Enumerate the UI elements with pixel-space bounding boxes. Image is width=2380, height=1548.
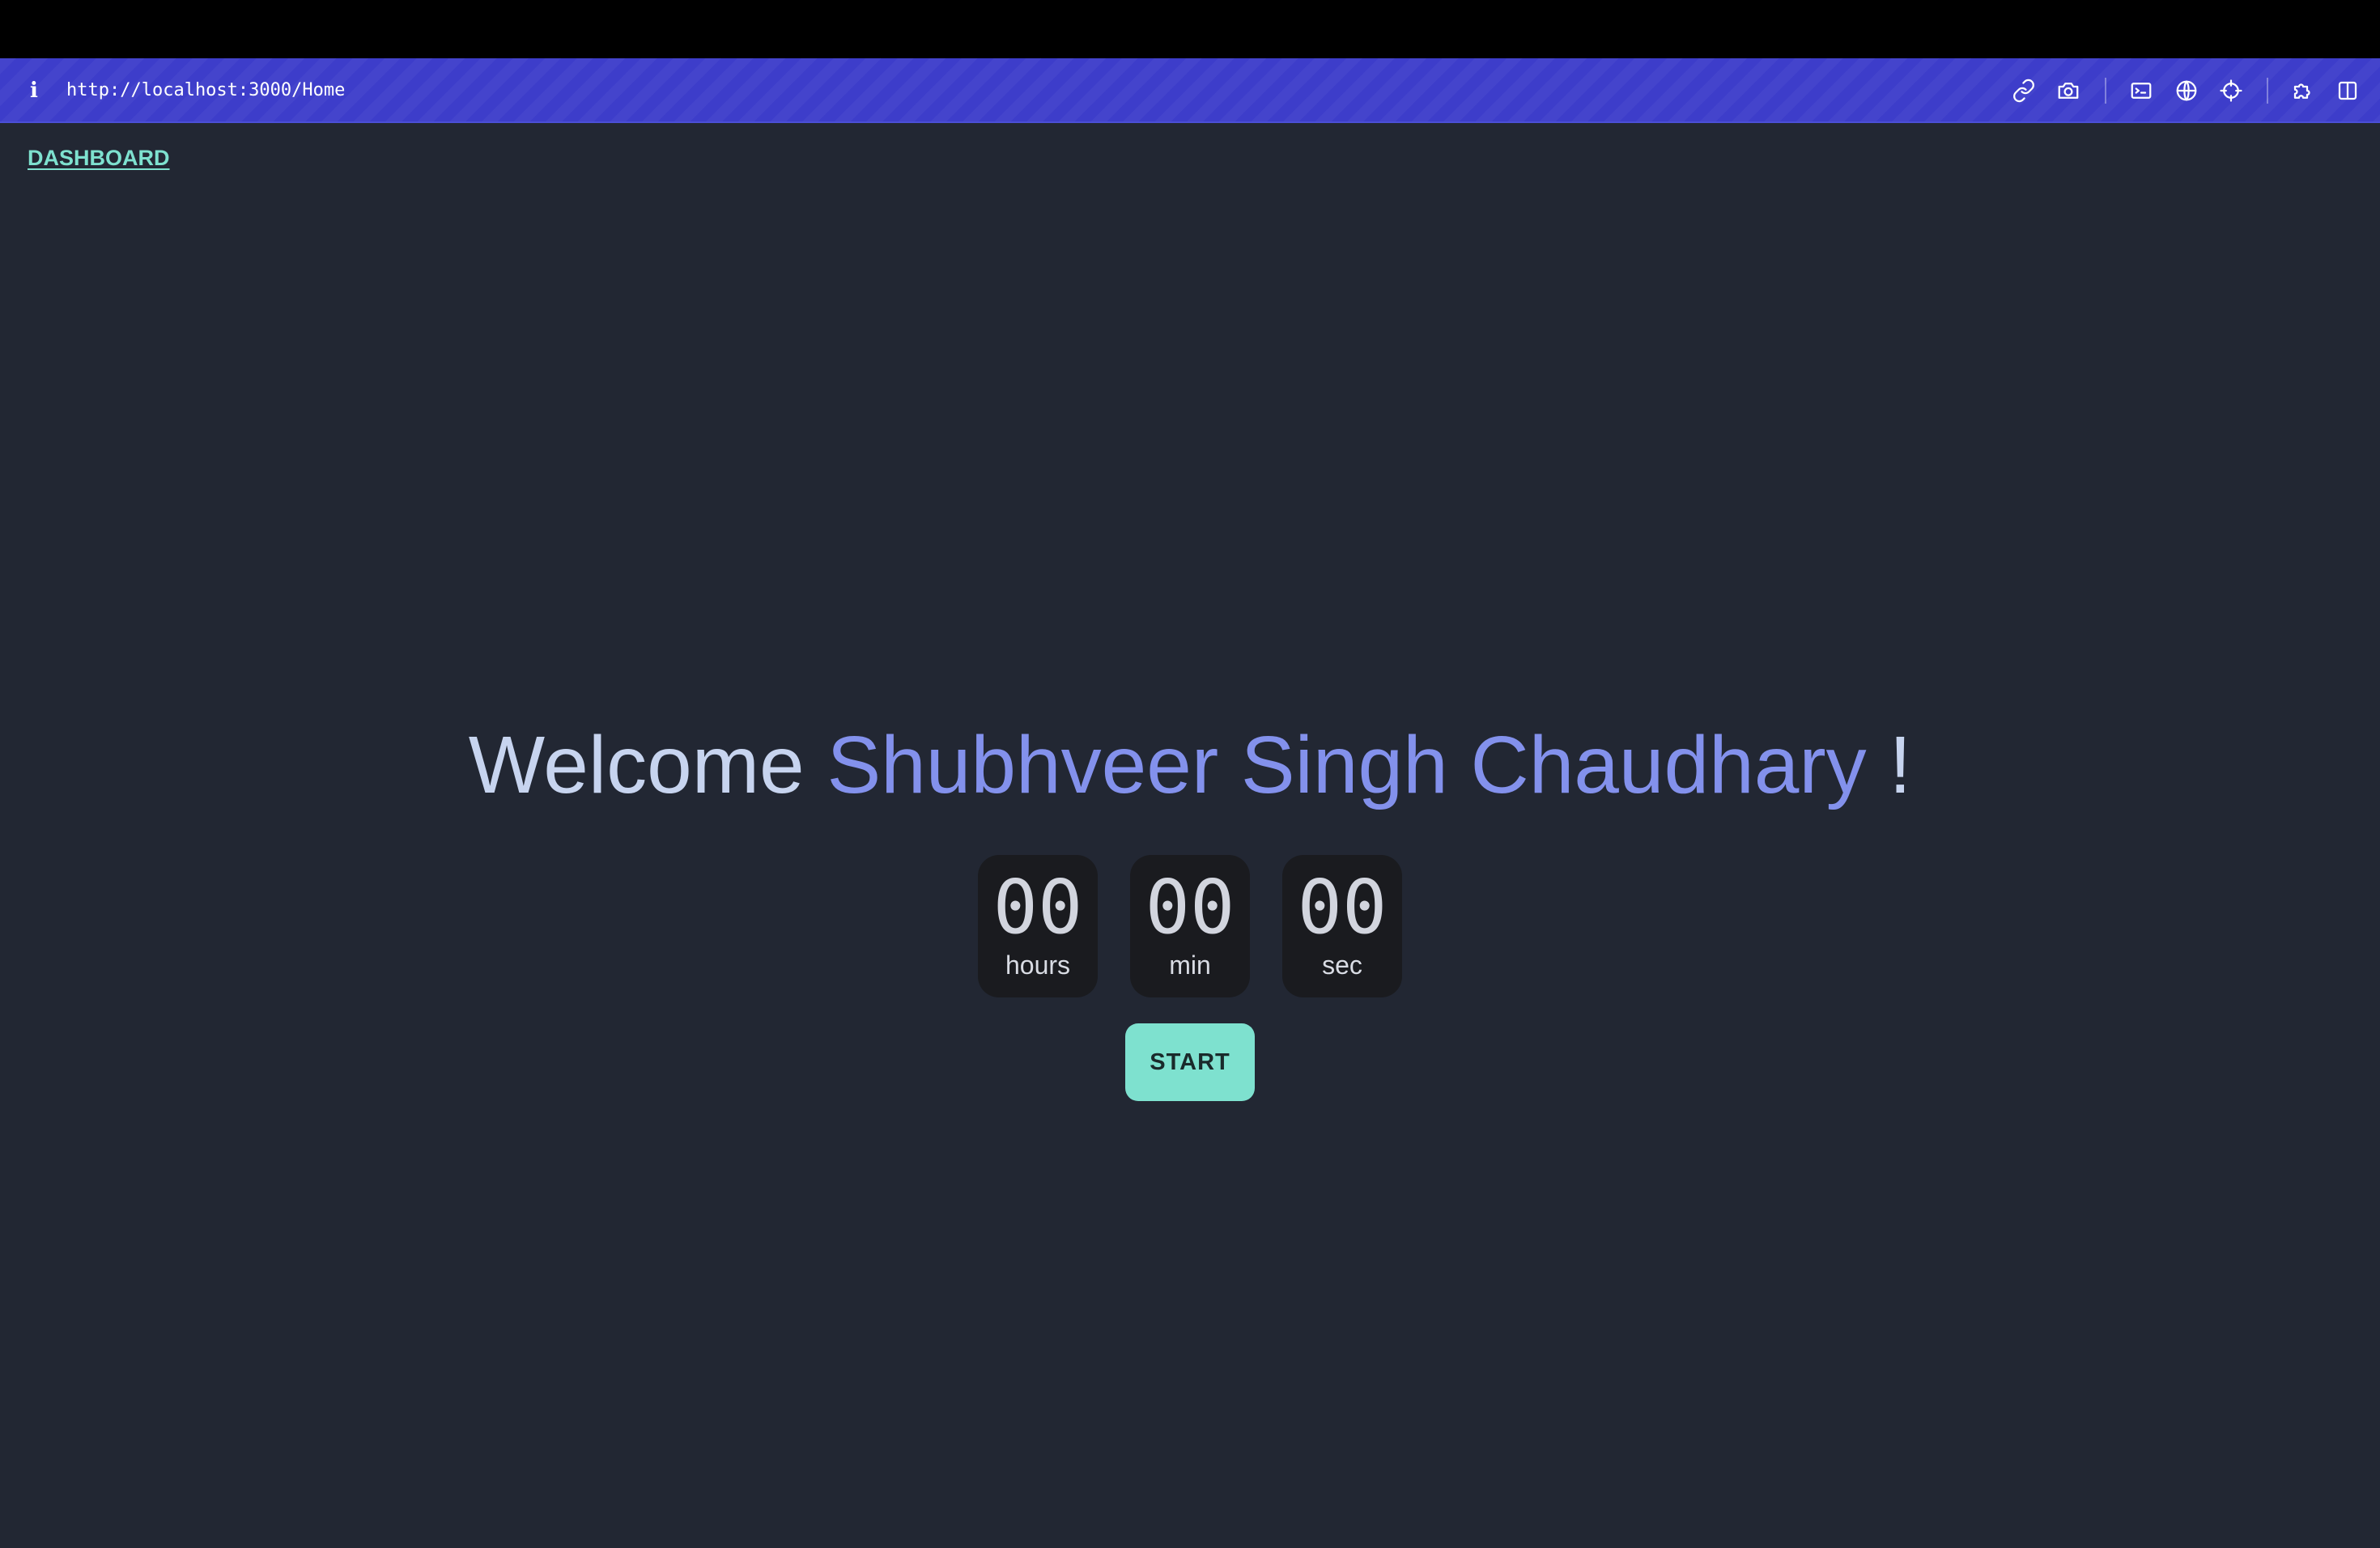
browser-url-bar: i http://localhost:3000/Home xyxy=(0,58,2380,123)
extension-icon[interactable] xyxy=(2287,74,2319,107)
timer-hours-box: 00 hours xyxy=(978,855,1098,997)
info-icon[interactable]: i xyxy=(24,74,44,107)
timer-hours-label: hours xyxy=(1005,950,1071,980)
sidebar-icon[interactable] xyxy=(2331,74,2364,107)
dashboard-link[interactable]: DASHBOARD xyxy=(28,146,170,171)
toolbar-divider xyxy=(2267,78,2268,104)
terminal-icon[interactable] xyxy=(2125,74,2157,107)
user-name: Shubhveer Singh Chaudhary xyxy=(827,720,1867,810)
timer-minutes-value: 00 xyxy=(1145,864,1235,950)
window-top-bar xyxy=(0,0,2380,58)
timer-hours-value: 00 xyxy=(992,864,1083,950)
crosshair-icon[interactable] xyxy=(2215,74,2247,107)
timer-seconds-value: 00 xyxy=(1297,864,1388,950)
welcome-heading: Welcome Shubhveer Singh Chaudhary ! xyxy=(0,712,2380,818)
camera-icon[interactable] xyxy=(2052,74,2085,107)
welcome-exclamation: ! xyxy=(1889,720,1912,810)
link-icon[interactable] xyxy=(2008,74,2040,107)
start-button[interactable]: START xyxy=(1125,1023,1255,1101)
welcome-greeting: Welcome xyxy=(468,720,805,810)
timer-minutes-label: min xyxy=(1169,950,1211,980)
globe-icon[interactable] xyxy=(2170,74,2203,107)
toolbar-divider xyxy=(2105,78,2106,104)
timer-minutes-box: 00 min xyxy=(1130,855,1250,997)
timer-seconds-box: 00 sec xyxy=(1282,855,1402,997)
url-text[interactable]: http://localhost:3000/Home xyxy=(66,74,345,107)
timer-seconds-label: sec xyxy=(1322,950,1362,980)
